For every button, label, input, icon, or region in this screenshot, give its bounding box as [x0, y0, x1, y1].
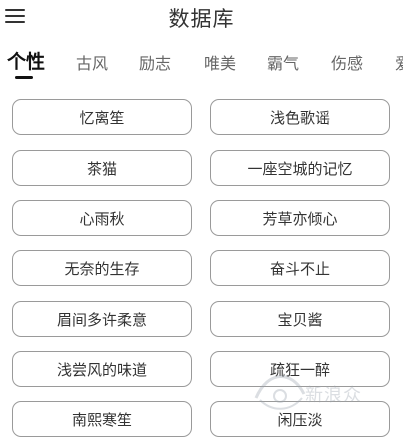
name-item[interactable]: 浅色歌谣	[210, 99, 390, 135]
name-item[interactable]: 闲压淡	[210, 401, 390, 437]
app-header: 数据库	[0, 0, 403, 40]
tab-ai[interactable]: 爱	[395, 50, 403, 74]
active-tab-indicator	[15, 76, 33, 79]
name-item[interactable]: 浅尝风的味道	[12, 351, 192, 387]
name-item[interactable]: 心雨秋	[12, 200, 192, 236]
name-item[interactable]: 疏狂一醉	[210, 351, 390, 387]
tab-weimei[interactable]: 唯美	[204, 50, 236, 74]
tab-baqi[interactable]: 霸气	[267, 50, 299, 74]
category-tabs: 个性 古风 励志 唯美 霸气 伤感 爱	[0, 44, 403, 84]
name-item[interactable]: 奋斗不止	[210, 250, 390, 286]
name-item[interactable]: 一座空城的记忆	[210, 150, 390, 186]
name-item[interactable]: 南熙寒笙	[12, 401, 192, 437]
name-item[interactable]: 茶猫	[12, 150, 192, 186]
page-title: 数据库	[168, 7, 235, 31]
tab-gexing[interactable]: 个性	[7, 47, 45, 74]
name-item[interactable]: 芳草亦倾心	[210, 200, 390, 236]
name-item[interactable]: 忆离笙	[12, 99, 192, 135]
name-item[interactable]: 无奈的生存	[12, 250, 192, 286]
name-item[interactable]: 眉间多许柔意	[12, 301, 192, 337]
tab-lizhi[interactable]: 励志	[139, 50, 171, 74]
name-item[interactable]: 宝贝酱	[210, 301, 390, 337]
tab-shanggan[interactable]: 伤感	[331, 50, 363, 74]
tab-gufeng[interactable]: 古风	[76, 50, 108, 74]
